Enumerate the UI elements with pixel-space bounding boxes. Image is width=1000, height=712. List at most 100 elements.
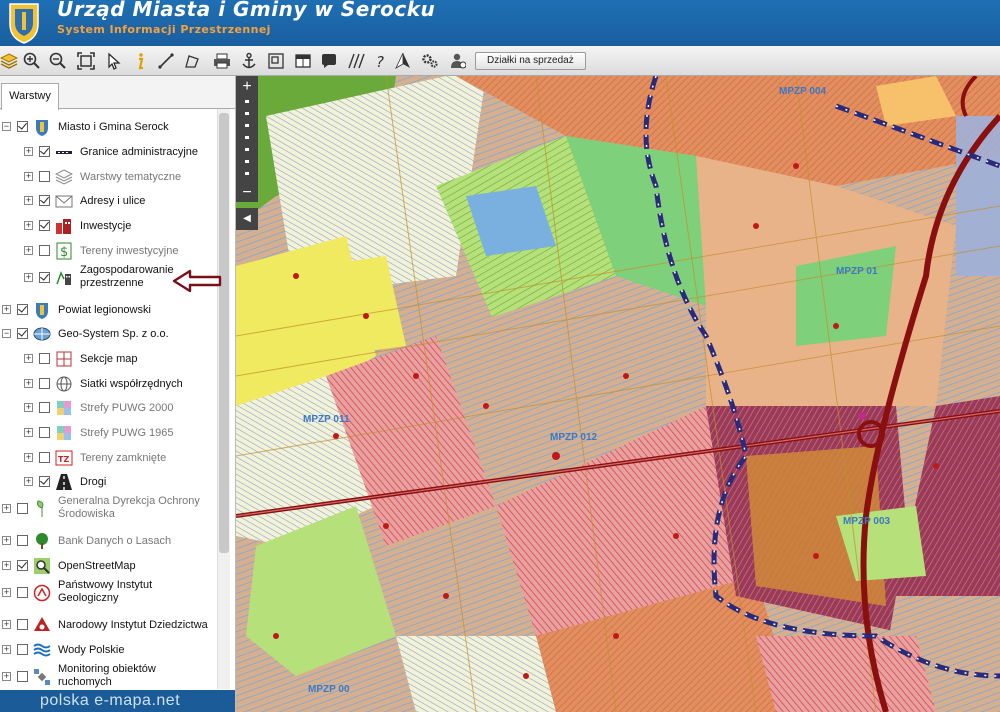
plots-for-sale-button[interactable]: Działki na sprzedaż xyxy=(475,52,586,70)
expand-toggle[interactable]: + xyxy=(2,561,11,570)
layer-checkbox[interactable] xyxy=(17,304,28,315)
layer-row[interactable]: + Warstwy tematyczne xyxy=(0,167,230,189)
zoom-slider[interactable] xyxy=(245,100,249,180)
expand-toggle[interactable]: + xyxy=(24,221,33,230)
layer-row[interactable]: + Sekcje map xyxy=(0,349,230,371)
expand-toggle[interactable]: + xyxy=(24,147,33,156)
expand-toggle[interactable]: + xyxy=(2,305,11,314)
layer-row[interactable]: + Monitoring obiektów ruchomych xyxy=(0,663,230,693)
panel-tabstrip: Warstwy xyxy=(0,76,235,110)
expand-toggle[interactable]: + xyxy=(24,273,33,282)
expand-toggle[interactable]: + xyxy=(24,354,33,363)
layer-row[interactable]: + Drogi xyxy=(0,472,230,494)
zoom-in-button[interactable]: + xyxy=(236,78,258,96)
layer-checkbox[interactable] xyxy=(39,245,50,256)
collapse-toggle[interactable]: − xyxy=(2,122,11,131)
layer-row[interactable]: + Państwowy Instytut Geologiczny xyxy=(0,579,230,609)
expand-toggle[interactable]: + xyxy=(24,428,33,437)
layer-row[interactable]: + Granice administracyjne xyxy=(0,142,230,164)
map-canvas[interactable] xyxy=(236,76,1000,712)
layer-checkbox[interactable] xyxy=(39,272,50,283)
print-icon[interactable] xyxy=(211,50,233,72)
layer-row[interactable]: + OpenStreetMap xyxy=(0,556,230,578)
layer-checkbox[interactable] xyxy=(17,560,28,571)
expand-toggle[interactable]: + xyxy=(2,672,11,681)
measure-distance-icon[interactable] xyxy=(155,50,177,72)
layer-checkbox[interactable] xyxy=(39,378,50,389)
leaf-icon xyxy=(37,500,44,517)
layer-row[interactable]: − Geo-System Sp. z o.o. xyxy=(0,324,230,346)
comment-icon[interactable] xyxy=(318,50,340,72)
expand-toggle[interactable]: + xyxy=(24,403,33,412)
layer-checkbox[interactable] xyxy=(39,427,50,438)
layer-checkbox[interactable] xyxy=(39,171,50,182)
layer-checkbox[interactable] xyxy=(17,535,28,546)
pointer-icon[interactable] xyxy=(103,50,125,72)
layer-checkbox[interactable] xyxy=(17,328,28,339)
overview-icon[interactable] xyxy=(265,50,287,72)
layer-row[interactable]: + Adresy i ulice xyxy=(0,191,230,213)
layer-label-line: Drogi xyxy=(80,476,107,488)
layer-row[interactable]: + Bank Danych o Lasach xyxy=(0,531,230,553)
layer-row[interactable]: + Generalna Dyrekcja Ochrony Środowiska xyxy=(0,495,230,525)
layer-checkbox[interactable] xyxy=(17,644,28,655)
layer-checkbox[interactable] xyxy=(17,671,28,682)
layer-checkbox[interactable] xyxy=(17,121,28,132)
layer-checkbox[interactable] xyxy=(39,402,50,413)
expand-toggle[interactable]: + xyxy=(24,477,33,486)
collapse-toggle[interactable]: − xyxy=(2,329,11,338)
crest-logo-icon xyxy=(9,3,39,44)
expand-toggle[interactable]: + xyxy=(24,246,33,255)
expand-toggle[interactable]: + xyxy=(2,536,11,545)
expand-toggle[interactable]: + xyxy=(24,172,33,181)
layer-row[interactable]: + Wody Polskie xyxy=(0,640,230,662)
hatch-icon[interactable] xyxy=(345,50,367,72)
layer-checkbox[interactable] xyxy=(39,452,50,463)
settings-icon[interactable] xyxy=(419,50,441,72)
layers-icon[interactable] xyxy=(0,50,20,72)
expand-toggle[interactable]: + xyxy=(2,620,11,629)
expand-toggle[interactable]: + xyxy=(24,453,33,462)
info-icon[interactable] xyxy=(129,50,151,72)
layer-row[interactable]: − Miasto i Gmina Serock xyxy=(0,117,230,139)
expand-toggle[interactable]: + xyxy=(2,645,11,654)
tab-layers[interactable]: Warstwy xyxy=(1,83,59,110)
expand-toggle[interactable]: + xyxy=(24,196,33,205)
help-icon[interactable]: ? xyxy=(369,50,391,72)
expand-toggle[interactable]: + xyxy=(24,379,33,388)
layer-checkbox[interactable] xyxy=(39,195,50,206)
provider-footer[interactable]: polska e-mapa.net xyxy=(0,690,235,712)
panel-scrollbar[interactable] xyxy=(217,109,230,689)
zoom-out-icon[interactable] xyxy=(47,50,69,72)
layer-checkbox[interactable] xyxy=(17,587,28,598)
users-icon[interactable] xyxy=(446,50,468,72)
layer-label-line: OpenStreetMap xyxy=(58,560,136,572)
zoom-extent-icon[interactable] xyxy=(75,50,97,72)
layer-checkbox[interactable] xyxy=(39,220,50,231)
layer-checkbox[interactable] xyxy=(39,146,50,157)
heritage-icon xyxy=(34,617,50,631)
anchor-icon[interactable] xyxy=(238,50,260,72)
layer-checkbox[interactable] xyxy=(17,619,28,630)
scrollbar-thumb[interactable] xyxy=(219,113,229,553)
layer-row[interactable]: + Strefy PUWG 2000 xyxy=(0,398,230,420)
zoom-out-button[interactable]: − xyxy=(236,184,258,202)
layer-row[interactable]: + Strefy PUWG 1965 xyxy=(0,423,230,445)
layer-row[interactable]: + Siatki współrzędnych xyxy=(0,374,230,396)
north-icon[interactable] xyxy=(392,50,414,72)
layer-checkbox[interactable] xyxy=(17,503,28,514)
zoom-in-icon[interactable] xyxy=(21,50,43,72)
measure-area-icon[interactable] xyxy=(181,50,203,72)
table-icon[interactable] xyxy=(292,50,314,72)
layer-row[interactable]: + Narodowy Instytut Dziedzictwa xyxy=(0,615,230,637)
layer-row[interactable]: + Inwestycje xyxy=(0,216,230,238)
layer-row[interactable]: + Powiat legionowski xyxy=(0,300,230,322)
layer-row[interactable]: + $ Tereny inwestycyjne xyxy=(0,241,230,263)
expand-toggle[interactable]: + xyxy=(2,588,11,597)
map-view[interactable]: MPZP 004 MPZP 01 MPZP 011 MPZP 012 MPZP … xyxy=(236,76,1000,712)
layer-checkbox[interactable] xyxy=(39,476,50,487)
collapse-panel-button[interactable]: ◀ xyxy=(236,208,258,230)
layer-row[interactable]: + TZ Tereny zamknięte xyxy=(0,448,230,470)
expand-toggle[interactable]: + xyxy=(2,504,11,513)
layer-checkbox[interactable] xyxy=(39,353,50,364)
